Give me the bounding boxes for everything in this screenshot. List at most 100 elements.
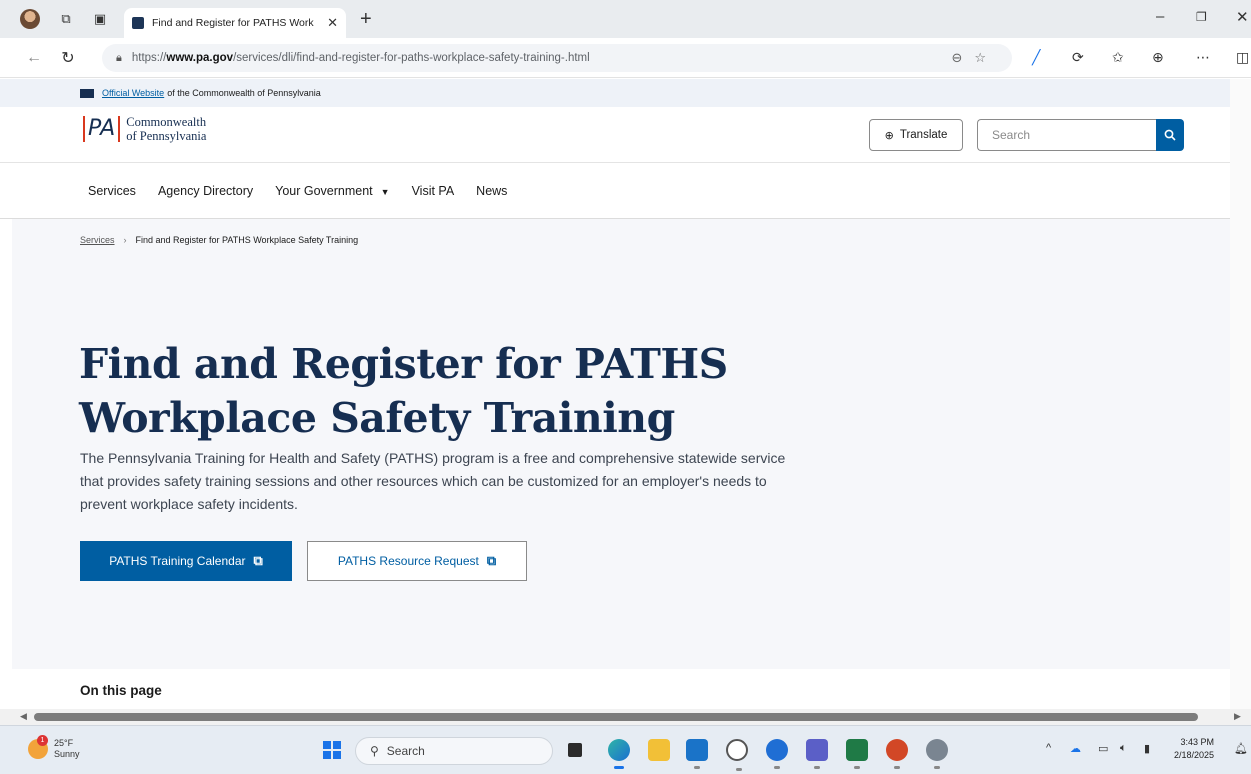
outlook-new-icon[interactable] [766,739,788,769]
page-title: Find and Register for PATHS Workplace Sa… [79,340,728,442]
url-domain: www.pa.gov [166,52,234,64]
official-banner: Official Website of the Commonwealth of … [0,79,1230,107]
site-search-button[interactable] [1156,119,1184,151]
translate-button[interactable]: ⊕ Translate [869,119,963,151]
horizontal-scrollbar[interactable]: ◀ ▶ [0,709,1251,725]
workspaces-icon[interactable]: ⧉ [58,11,74,27]
new-tab-icon[interactable]: + [360,9,372,29]
nav-item-news[interactable]: News [476,184,507,198]
logo-line-2: of Pennsylvania [126,129,207,143]
notifications-bell-icon[interactable]: 🔔︎ [1234,742,1248,755]
collections-icon[interactable]: ⊕ [1152,49,1164,66]
intro-paragraph: The Pennsylvania Training for Health and… [80,450,786,512]
zoom-icon[interactable]: ⊖ [951,50,974,65]
minimize-icon[interactable]: – [1156,8,1164,25]
sidebar-icon[interactable]: ◫ [1236,49,1249,66]
chevron-right-icon: › [123,235,127,245]
address-bar-row: ← ↻ 🔒︎ https://www.pa.gov/services/dli/f… [0,38,1251,78]
logo-line-1: Commonwealth [126,115,207,129]
url-field[interactable]: 🔒︎ https://www.pa.gov/services/dli/find-… [102,44,1012,72]
external-link-icon: ⧉ [486,553,497,568]
chevron-down-icon: ▼ [380,186,390,197]
nav-item-your-government-label: Your Government [275,183,373,198]
edge-browser-icon[interactable] [608,739,630,769]
pen-icon[interactable]: ╱ [1032,49,1040,66]
secondary-button-label: PATHS Resource Request [337,554,479,568]
network-icon[interactable]: ▭ [1098,742,1108,755]
windows-taskbar: 1 25°F Sunny ⚲ Search ^ ☁ ▭ 🔈︎ ▮ 3:43 PM… [0,725,1251,774]
tab-actions-icon[interactable]: ▣ [92,11,108,27]
clock-date: 2/18/2025 [1174,750,1215,760]
breadcrumb-current: Find and Register for PATHS Workplace Sa… [135,235,359,245]
weather-temp: 25°F [54,738,74,748]
web-page: Official Website of the Commonwealth of … [0,79,1230,709]
site-search-input[interactable] [977,119,1157,151]
breadcrumb-services-link[interactable]: Services [80,235,115,245]
taskbar-search[interactable]: ⚲ Search [355,737,553,765]
nav-item-services[interactable]: Services [88,184,136,198]
breadcrumb: Services › Find and Register for PATHS W… [80,235,358,245]
on-this-page-heading: On this page [80,683,162,698]
weather-condition: Sunny [54,749,80,759]
search-icon [1164,129,1176,141]
favorites-icon[interactable]: ✩ [1112,49,1124,66]
onedrive-icon[interactable]: ☁ [1070,742,1081,755]
paths-training-calendar-button[interactable]: PATHS Training Calendar ⧉ [80,541,292,581]
main-navigation: Services Agency Directory Your Governmen… [0,163,1230,219]
profile-avatar[interactable] [20,9,40,29]
vertical-scrollbar[interactable] [1230,79,1251,709]
excel-icon[interactable] [846,739,868,769]
volume-icon[interactable]: 🔈︎ [1120,742,1127,755]
translate-label: Translate [899,129,948,141]
browser-tab-active[interactable]: Find and Register for PATHS Work ✕ [124,8,346,38]
lock-icon: 🔒︎ [116,51,122,64]
flag-icon [80,88,94,98]
globe-icon: ⊕ [884,129,894,142]
system-clock[interactable]: 3:43 PM 2/18/2025 [1174,736,1214,762]
powerpoint-icon[interactable] [886,739,908,769]
start-button[interactable] [323,741,341,759]
hero-section: Services › Find and Register for PATHS W… [12,219,1230,669]
pa-favicon-icon [132,17,144,29]
restore-icon[interactable]: ❐ [1196,10,1207,24]
weather-widget[interactable]: 1 25°F Sunny [28,735,80,760]
scrollbar-thumb[interactable] [34,713,1198,721]
scroll-right-icon[interactable]: ▶ [1234,711,1241,722]
weather-text: 25°F Sunny [54,738,80,760]
battery-icon[interactable]: ▮ [1144,742,1150,755]
show-hidden-icons-icon[interactable]: ^ [1046,742,1051,754]
reload-icon[interactable]: ↻ [58,48,78,68]
pa-logo-mark: PA [83,116,121,142]
close-window-icon[interactable]: ✕ [1236,8,1249,26]
settings-gear-icon[interactable] [926,739,948,769]
teams-icon[interactable] [806,739,828,769]
task-view-icon[interactable] [568,743,582,757]
browser-tab-bar: ⧉ ▣ Find and Register for PATHS Work ✕ +… [0,0,1251,38]
clock-time: 3:43 PM [1180,737,1215,747]
site-header: PA Commonwealth of Pennsylvania ⊕ Transl… [0,107,1230,163]
nav-item-agency-directory[interactable]: Agency Directory [158,184,253,198]
chrome-icon[interactable] [726,739,748,771]
url-prefix: https:// [131,52,167,64]
back-icon[interactable]: ← [24,49,44,67]
file-explorer-icon[interactable] [648,739,670,761]
extensions-icon[interactable]: ⟳ [1072,49,1084,66]
url-actions[interactable]: ⊖☆ [951,50,998,66]
tab-close-icon[interactable]: ✕ [327,15,338,31]
nav-item-visit-pa[interactable]: Visit PA [412,184,455,198]
url-path: /services/dli/find-and-register-for-path… [233,52,590,64]
notification-badge: 1 [37,735,48,746]
more-menu-icon[interactable]: ⋯ [1196,49,1210,66]
official-website-link[interactable]: Official Website [102,88,164,98]
paths-resource-request-button[interactable]: PATHS Resource Request ⧉ [307,541,527,581]
taskbar-search-label: Search [386,744,425,758]
nav-item-your-government[interactable]: Your Government ▼ [275,184,389,198]
tab-title: Find and Register for PATHS Work [152,17,314,29]
favorite-star-icon[interactable]: ☆ [974,50,998,65]
scroll-left-icon[interactable]: ◀ [20,711,27,722]
logo-text: Commonwealth of Pennsylvania [126,115,206,143]
primary-button-label: PATHS Training Calendar [109,554,246,568]
outlook-icon[interactable] [686,739,708,769]
external-link-icon: ⧉ [253,553,263,568]
site-logo[interactable]: PA Commonwealth of Pennsylvania [83,115,206,143]
